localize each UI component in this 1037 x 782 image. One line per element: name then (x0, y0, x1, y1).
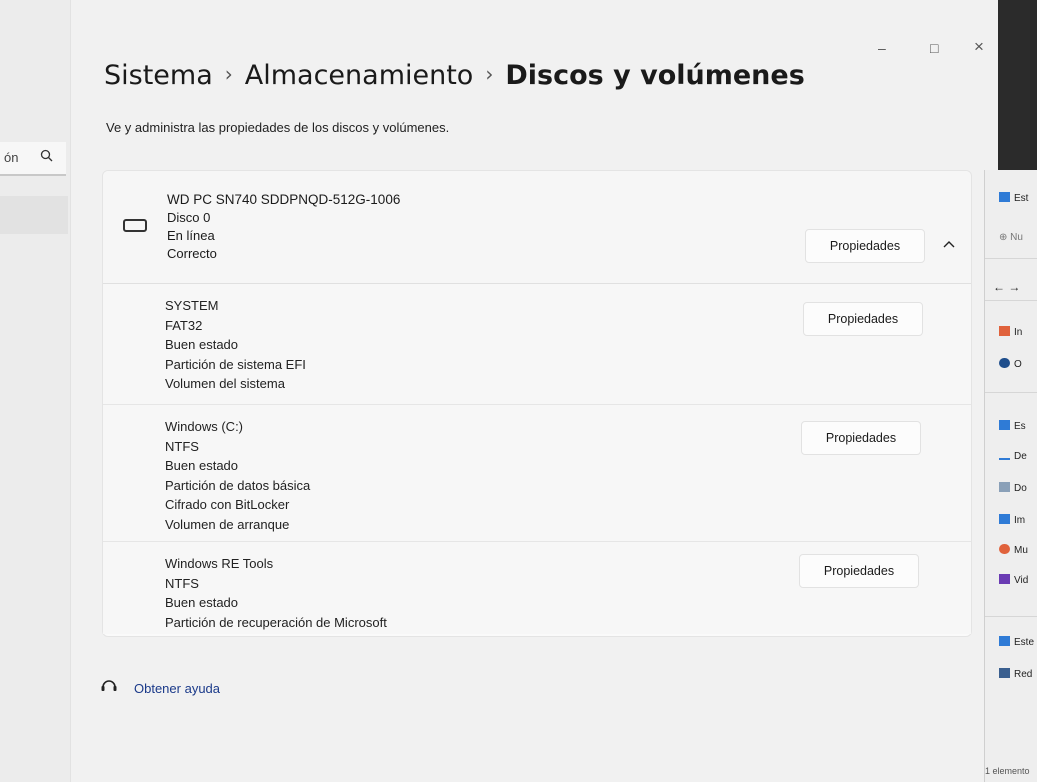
disk-info: WD PC SN740 SDDPNQD-512G-1006 Disco 0 En… (167, 191, 400, 263)
explorer-item-this-pc[interactable]: Este (999, 636, 1034, 648)
video-icon (999, 574, 1010, 584)
volume-row-recovery: Windows RE Tools NTFS Buen estado Partic… (103, 542, 971, 634)
disk-name: WD PC SN740 SDDPNQD-512G-1006 (167, 192, 401, 207)
explorer-item[interactable]: Est (999, 192, 1028, 204)
volume-partition-type: Partición de recuperación de Microsoft (165, 614, 387, 630)
volume-filesystem: NTFS (165, 575, 199, 591)
computer-icon (999, 636, 1010, 646)
page-subtitle: Ve y administra las propiedades de los d… (106, 120, 450, 135)
settings-search-box[interactable]: ón (0, 142, 66, 176)
minimize-button[interactable]: – (878, 40, 886, 56)
volume-health: Buen estado (165, 337, 239, 352)
disk-card: WD PC SN740 SDDPNQD-512G-1006 Disco 0 En… (102, 170, 972, 637)
search-icon[interactable] (40, 149, 53, 165)
explorer-item-downloads[interactable]: De (999, 450, 1027, 462)
volume-encryption: Cifrado con BitLocker (165, 497, 290, 512)
volume-filesystem: NTFS (165, 438, 199, 454)
explorer-item-documents[interactable]: Do (999, 482, 1027, 494)
explorer-item-pictures[interactable]: Im (999, 514, 1025, 526)
music-icon (999, 544, 1010, 554)
volume-name: SYSTEM (165, 298, 219, 313)
volume-properties-button[interactable]: Propiedades (799, 554, 919, 588)
network-icon (999, 668, 1010, 678)
volume-filesystem: FAT32 (165, 317, 203, 333)
explorer-item-desktop[interactable]: Es (999, 420, 1026, 432)
explorer-status-bar: 1 elemento (985, 766, 1030, 776)
settings-window: ón – □ × Sistema › Almacenamiento › Discos y… (0, 0, 998, 782)
disk-header[interactable]: WD PC SN740 SDDPNQD-512G-1006 Disco 0 En… (103, 171, 971, 284)
cloud-icon (999, 358, 1010, 368)
volume-role: Volumen de arranque (165, 516, 290, 532)
home-icon (999, 326, 1010, 336)
volume-row-system: SYSTEM FAT32 Buen estado Partición de si… (103, 284, 971, 405)
disk-status: En línea (167, 228, 215, 243)
volume-info: SYSTEM FAT32 Buen estado Partición de si… (165, 296, 306, 394)
explorer-item-videos[interactable]: Vid (999, 574, 1028, 586)
search-text-fragment: ón (4, 150, 19, 165)
volume-properties-button[interactable]: Propiedades (801, 421, 921, 455)
maximize-button[interactable]: □ (930, 40, 938, 56)
navigation-pane: ón (0, 0, 71, 782)
help-icon (100, 678, 118, 697)
drive-icon (123, 219, 147, 232)
volume-partition-type: Partición de datos básica (165, 477, 311, 493)
volume-name: Windows RE Tools (165, 556, 274, 571)
breadcrumb: Sistema › Almacenamiento › Discos y volúmene… (104, 60, 805, 91)
volume-health: Buen estado (165, 595, 239, 610)
monitor-icon (999, 192, 1010, 202)
breadcrumb-sistema[interactable]: Sistema (104, 60, 213, 91)
volume-role: Volumen del sistema (165, 376, 285, 391)
pictures-icon (999, 514, 1010, 524)
download-icon (999, 450, 1010, 460)
close-button[interactable]: × (974, 37, 984, 57)
explorer-item-network[interactable]: Red (999, 668, 1032, 680)
chevron-right-icon: › (224, 62, 233, 86)
disk-number: Disco 0 (167, 210, 211, 225)
volume-properties-button[interactable]: Propiedades (803, 302, 923, 336)
divider (985, 392, 1037, 393)
breadcrumb-almacenamiento[interactable]: Almacenamiento (245, 60, 474, 91)
back-forward-arrows[interactable]: ← → (993, 280, 1020, 294)
chevron-right-icon: › (485, 62, 494, 86)
back-arrow-icon[interactable]: ← (993, 280, 1005, 294)
explorer-item-music[interactable]: Mu (999, 544, 1028, 556)
page-title: Discos y volúmenes (505, 60, 805, 91)
forward-arrow-icon[interactable]: → (1008, 280, 1020, 294)
divider (985, 300, 1037, 301)
explorer-item-home[interactable]: In (999, 326, 1022, 338)
divider (985, 616, 1037, 617)
volume-partition-type: Partición de sistema EFI (165, 356, 306, 372)
volume-info: Windows RE Tools NTFS Buen estado Partic… (165, 554, 387, 632)
file-explorer-window: Est ⊕ Nu ← → In O Es De Do Im Mu Vid Est… (984, 170, 1037, 782)
get-help-label[interactable]: Obtener ayuda (134, 681, 220, 696)
chevron-up-icon[interactable] (943, 237, 955, 251)
volume-name: Windows (C:) (165, 419, 244, 434)
volume-row-windows: Windows (C:) NTFS Buen estado Partición … (103, 405, 971, 542)
disk-properties-button[interactable]: Propiedades (805, 229, 925, 263)
nav-item-selected[interactable] (0, 196, 68, 234)
volume-health: Buen estado (165, 458, 239, 473)
document-icon (999, 482, 1010, 492)
desktop-icon (999, 420, 1010, 430)
disk-health: Correcto (167, 246, 217, 261)
explorer-new-button[interactable]: ⊕ Nu (999, 232, 1023, 243)
divider (985, 258, 1037, 259)
volume-info: Windows (C:) NTFS Buen estado Partición … (165, 417, 310, 534)
plus-circle-icon: ⊕ (999, 232, 1011, 243)
explorer-item-onedrive[interactable]: O (999, 358, 1022, 370)
